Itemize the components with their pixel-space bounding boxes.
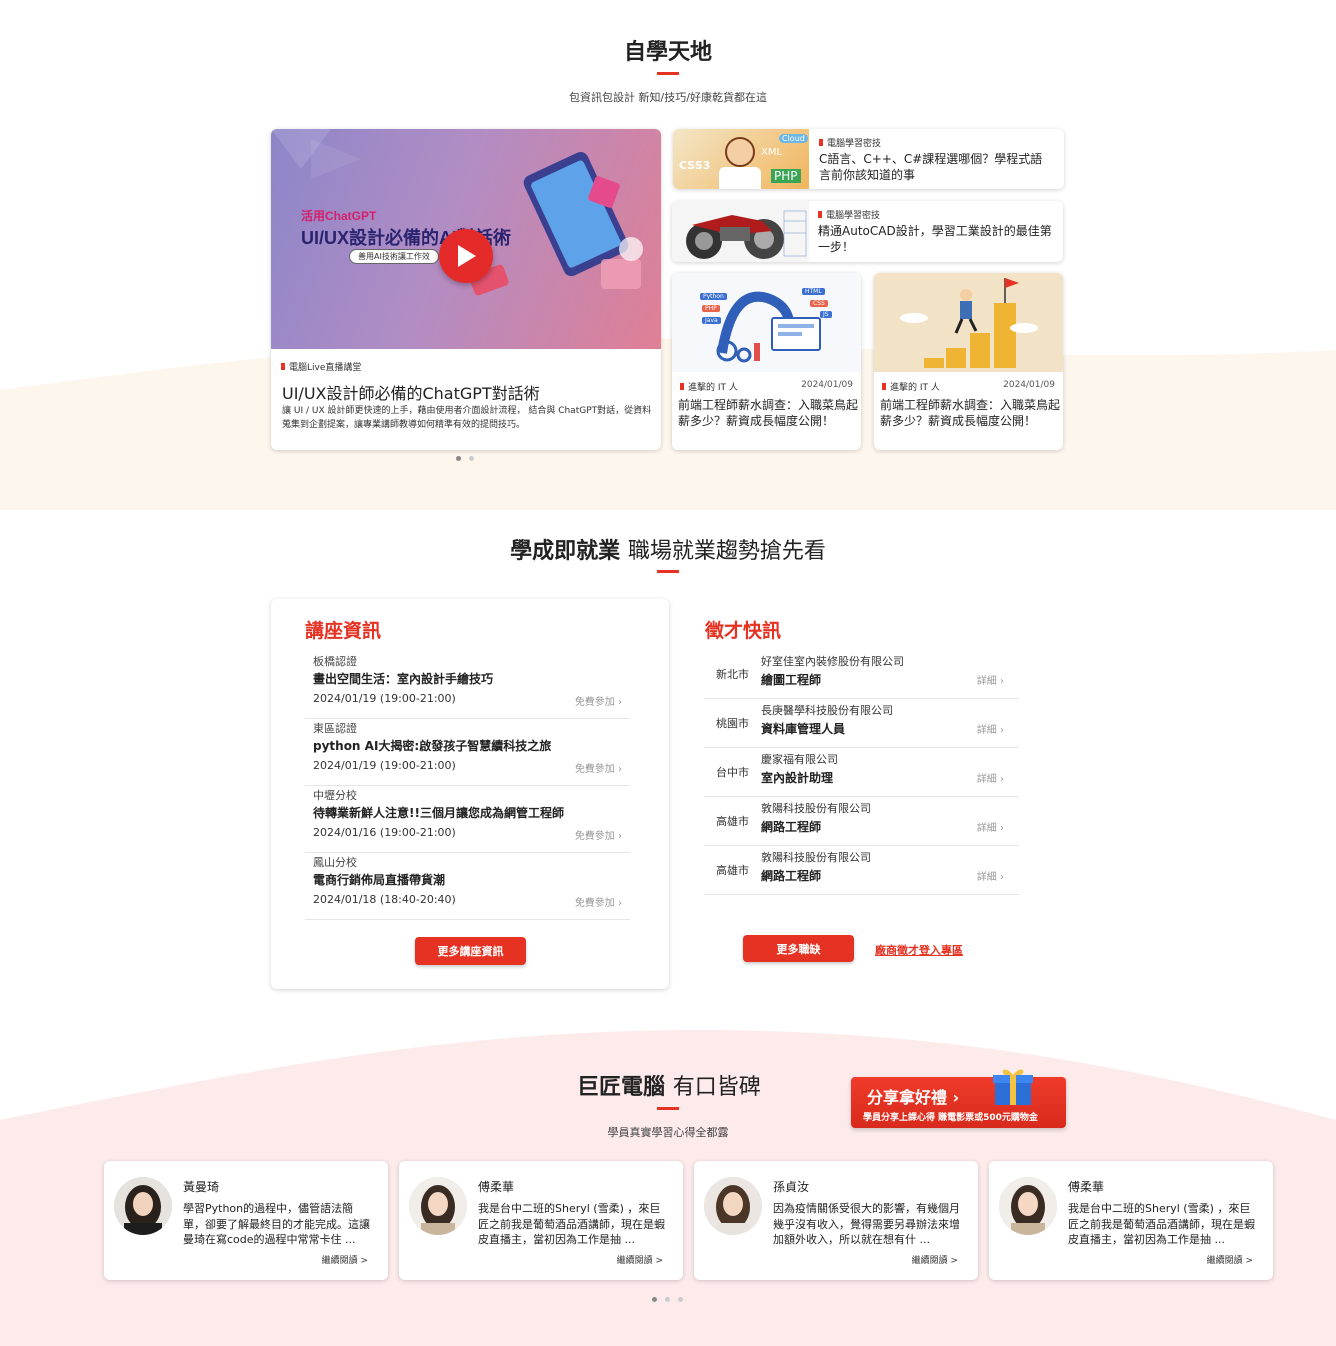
read-more-link[interactable]: 繼續閱讀 > bbox=[617, 1253, 663, 1266]
avatar bbox=[999, 1177, 1057, 1235]
seminar-item[interactable]: 板橋認證 畫出空間生活：室內設計手繪技巧 2024/01/19 (19:00-2… bbox=[305, 653, 630, 719]
job-detail-link[interactable]: 詳細 › bbox=[977, 819, 1004, 834]
job-item[interactable]: 高雄市 敦陽科技股份有限公司 網路工程師 詳細 › bbox=[704, 846, 1019, 895]
small-article-tag: 進擊的 IT 人 bbox=[882, 380, 940, 393]
free-join-link[interactable]: 免費參加 › bbox=[575, 894, 622, 909]
title-underline bbox=[657, 1107, 679, 1110]
side-article-card[interactable]: CSS3 XML PHP Cloud 電腦學習密技 C語言、C++、C#課程選哪… bbox=[673, 129, 1064, 189]
job-item[interactable]: 高雄市 敦陽科技股份有限公司 網路工程師 詳細 › bbox=[704, 797, 1019, 846]
read-more-link[interactable]: 繼續閱讀 > bbox=[1207, 1253, 1253, 1266]
employer-login-link[interactable]: 廠商徵才登入專區 bbox=[875, 942, 963, 958]
free-join-link[interactable]: 免費參加 › bbox=[575, 827, 622, 842]
image-caption: 善用AI技術讓工作效 bbox=[349, 249, 439, 264]
avatar bbox=[114, 1177, 172, 1235]
job-detail-link[interactable]: 詳細 › bbox=[977, 672, 1004, 687]
carousel-dot[interactable] bbox=[469, 456, 474, 461]
testimonial-name: 孫貞汝 bbox=[773, 1180, 810, 1194]
bookmark-icon bbox=[281, 363, 285, 370]
promo-title: 分享拿好禮 › bbox=[867, 1088, 960, 1107]
more-jobs-button[interactable]: 更多職缺 bbox=[743, 935, 854, 962]
testimonial-carousel-dots[interactable] bbox=[652, 1297, 683, 1302]
featured-desc: 讓 UI / UX 設計師更快速的上手，藉由使用者介面設計流程， 結合與 Cha… bbox=[282, 406, 652, 430]
seminar-item[interactable]: 中壢分校 待轉業新鮮人注意!!三個月讓您成為網管工程師 2024/01/16 (… bbox=[305, 787, 630, 853]
carousel-dot[interactable] bbox=[456, 456, 461, 461]
section1-title: 自學天地 bbox=[623, 40, 712, 65]
carousel-dot[interactable] bbox=[678, 1297, 683, 1302]
job-item[interactable]: 新北市 好室佳室內裝修股份有限公司 繪圖工程師 詳細 › bbox=[704, 650, 1019, 699]
image-title-small: 活用ChatGPT bbox=[301, 209, 377, 223]
small-article-tag: 進擊的 IT 人 bbox=[680, 380, 738, 393]
bookmark-icon bbox=[882, 383, 886, 390]
share-gift-banner[interactable]: 分享拿好禮 › 學員分享上課心得 賺電影票或500元購物金 bbox=[851, 1069, 1066, 1128]
side-article-title[interactable]: 精通AutoCAD設計，學習工業設計的最佳第一步！ bbox=[818, 223, 1053, 255]
seminar-item[interactable]: 鳳山分校 電商行銷佈局直播帶貨潮 2024/01/18 (18:40-20:40… bbox=[305, 854, 630, 920]
motorcycle-image bbox=[672, 201, 809, 262]
job-item[interactable]: 桃園市 長庚醫學科技股份有限公司 資料庫管理人員 詳細 › bbox=[704, 699, 1019, 748]
testimonial-card[interactable]: 傅柔華 我是台中二班的Sheryl (雪柔) ，來巨匠之前我是葡萄酒品酒講師，現… bbox=[399, 1161, 683, 1280]
play-icon[interactable] bbox=[439, 229, 493, 283]
read-more-link[interactable]: 繼續閱讀 > bbox=[912, 1253, 958, 1266]
it-graphic-image: Python PHP Java HTML CSS JS bbox=[672, 273, 861, 372]
testimonial-text: 我是台中二班的Sheryl (雪柔) ，來巨匠之前我是葡萄酒品酒講師，現在是蝦皮… bbox=[478, 1202, 665, 1246]
section3-title: 巨匠電腦 有口皆碑 bbox=[577, 1075, 761, 1100]
gift-icon bbox=[993, 1069, 1033, 1105]
featured-carousel-dots[interactable] bbox=[456, 456, 474, 461]
job-detail-link[interactable]: 詳細 › bbox=[977, 868, 1004, 883]
side-article-tag: 電腦學習密技 bbox=[818, 208, 880, 221]
featured-title[interactable]: UI/UX設計師必備的ChatGPT對話術 bbox=[282, 380, 540, 404]
coins-growth-image bbox=[874, 273, 1063, 372]
seminar-list: 板橋認證 畫出空間生活：室內設計手繪技巧 2024/01/19 (19:00-2… bbox=[305, 653, 630, 923]
testimonial-text: 因為疫情關係受很大的影響，有幾個月幾乎沒有收入，覺得需要另尋辦法來增加額外收入，… bbox=[773, 1202, 960, 1246]
more-seminars-button[interactable]: 更多講座資訊 bbox=[415, 937, 526, 965]
seminar-panel: 講座資訊 板橋認證 畫出空間生活：室內設計手繪技巧 2024/01/19 (19… bbox=[271, 599, 669, 989]
job-item[interactable]: 台中市 慶家福有限公司 室內設計助理 詳細 › bbox=[704, 748, 1019, 797]
testimonial-card[interactable]: 傅柔華 我是台中二班的Sheryl (雪柔) ，來巨匠之前我是葡萄酒品酒講師，現… bbox=[989, 1161, 1273, 1280]
bookmark-icon bbox=[819, 139, 823, 146]
section2-title: 學成即就業 職場就業趨勢搶先看 bbox=[510, 539, 826, 564]
job-detail-link[interactable]: 詳細 › bbox=[977, 770, 1004, 785]
free-join-link[interactable]: 免費參加 › bbox=[575, 693, 622, 708]
title-underline bbox=[657, 570, 679, 573]
section1-subtitle: 包資訊包設計 新知/技巧/好康乾貨都在這 bbox=[569, 91, 767, 104]
carousel-dot[interactable] bbox=[652, 1297, 657, 1302]
programming-languages-image: CSS3 XML PHP Cloud bbox=[673, 129, 809, 189]
seminar-item[interactable]: 東區認證 python AI大揭密:啟發孩子智慧續科技之旅 2024/01/19… bbox=[305, 720, 630, 786]
section3-subtitle: 學員真實學習心得全都露 bbox=[607, 1126, 729, 1139]
side-article-tag: 電腦學習密技 bbox=[819, 136, 881, 149]
title-underline bbox=[657, 72, 679, 75]
free-join-link[interactable]: 免費參加 › bbox=[575, 760, 622, 775]
testimonial-card[interactable]: 孫貞汝 因為疫情關係受很大的影響，有幾個月幾乎沒有收入，覺得需要另尋辦法來增加額… bbox=[694, 1161, 978, 1280]
jobs-panel-title: 徵才快訊 bbox=[705, 620, 782, 642]
avatar bbox=[409, 1177, 467, 1235]
seminar-panel-title: 講座資訊 bbox=[305, 620, 382, 642]
promo-subtitle: 學員分享上課心得 賺電影票或500元購物金 bbox=[863, 1113, 1038, 1123]
featured-article-image: 活用ChatGPT UI/UX設計必備的AI對話術 善用AI技術讓工作效 bbox=[271, 129, 661, 349]
featured-tag: 電腦Live直播講堂 bbox=[281, 360, 361, 373]
article-date: 2024/01/09 bbox=[801, 380, 853, 390]
testimonial-name: 黃曼琦 bbox=[183, 1180, 220, 1194]
bookmark-icon bbox=[818, 211, 822, 218]
testimonial-text: 學習Python的過程中，儘管語法簡單，卻要了解最終目的才能完成。這讓曼琦在寫c… bbox=[183, 1202, 370, 1246]
carousel-dot[interactable] bbox=[665, 1297, 670, 1302]
small-article-card[interactable]: Python PHP Java HTML CSS JS 進擊的 IT 人 202… bbox=[672, 273, 861, 450]
side-article-card[interactable]: 電腦學習密技 精通AutoCAD設計，學習工業設計的最佳第一步！ bbox=[672, 201, 1063, 262]
read-more-link[interactable]: 繼續閱讀 > bbox=[322, 1253, 368, 1266]
avatar bbox=[704, 1177, 762, 1235]
job-detail-link[interactable]: 詳細 › bbox=[977, 721, 1004, 736]
featured-article-card[interactable]: 活用ChatGPT UI/UX設計必備的AI對話術 善用AI技術讓工作效 電腦L… bbox=[271, 129, 661, 450]
testimonial-name: 傅柔華 bbox=[1068, 1180, 1105, 1194]
side-article-title[interactable]: C語言、C++、C#課程選哪個？學程式語言前你該知道的事 bbox=[819, 151, 1054, 183]
small-article-title[interactable]: 前端工程師薪水調查：入職菜鳥起薪多少？薪資成長幅度公開！ bbox=[880, 397, 1060, 429]
testimonial-card[interactable]: 黃曼琦 學習Python的過程中，儘管語法簡單，卻要了解最終目的才能完成。這讓曼… bbox=[104, 1161, 388, 1280]
job-list: 新北市 好室佳室內裝修股份有限公司 繪圖工程師 詳細 › 桃園市 長庚醫學科技股… bbox=[704, 650, 1019, 900]
bookmark-icon bbox=[680, 383, 684, 390]
testimonial-name: 傅柔華 bbox=[478, 1180, 515, 1194]
article-date: 2024/01/09 bbox=[1003, 380, 1055, 390]
cream-background-wave bbox=[0, 337, 1336, 510]
small-article-title[interactable]: 前端工程師薪水調查：入職菜鳥起薪多少？薪資成長幅度公開！ bbox=[678, 397, 858, 429]
testimonial-text: 我是台中二班的Sheryl (雪柔) ，來巨匠之前我是葡萄酒品酒講師，現在是蝦皮… bbox=[1068, 1202, 1255, 1246]
small-article-card[interactable]: 進擊的 IT 人 2024/01/09 前端工程師薪水調查：入職菜鳥起薪多少？薪… bbox=[874, 273, 1063, 450]
